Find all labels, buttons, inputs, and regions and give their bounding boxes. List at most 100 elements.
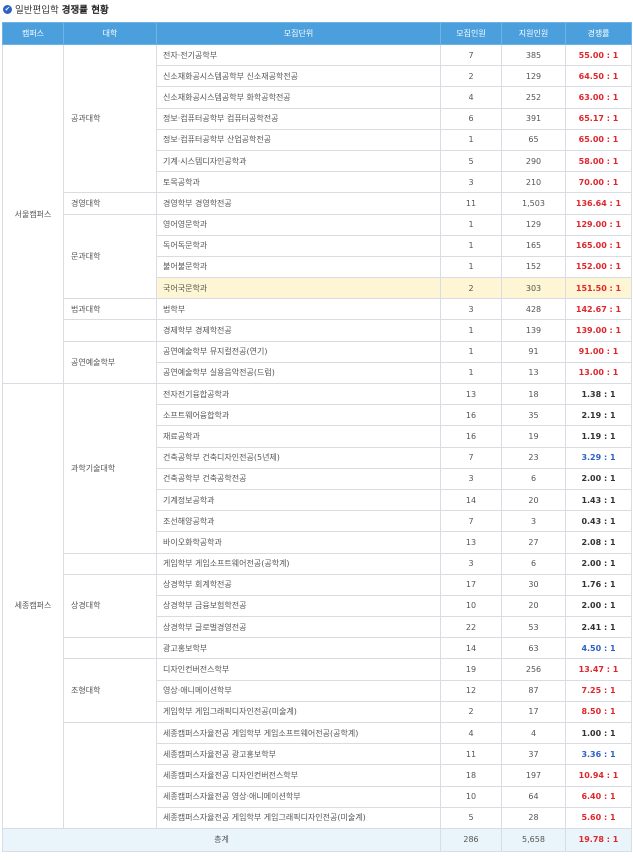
- applicants-cell: 139: [501, 319, 566, 342]
- applicants-cell: 428: [501, 298, 566, 321]
- applicants-cell: 165: [501, 234, 566, 257]
- quota-cell: 3: [440, 171, 502, 194]
- rate-cell: 4.50 : 1: [565, 637, 632, 660]
- quota-cell: 3: [440, 467, 502, 490]
- rate-cell: 64.50 : 1: [565, 65, 632, 88]
- quota-cell: 19: [440, 658, 502, 681]
- quota-cell: 5: [440, 806, 502, 829]
- rate-cell: 139.00 : 1: [565, 319, 632, 342]
- applicants-cell: 19: [501, 425, 566, 448]
- quota-cell: 13: [440, 531, 502, 554]
- rate-cell: 2.00 : 1: [565, 594, 632, 618]
- section-title: ✔ 일반편입학 경쟁률 현황: [3, 2, 109, 16]
- rate-cell: 1.76 : 1: [565, 573, 632, 596]
- quota-cell: 1: [440, 319, 502, 342]
- rate-cell: 3.29 : 1: [565, 446, 632, 469]
- unit-cell: 재료공학과: [156, 425, 441, 448]
- unit-cell: 경제학부 경제학전공: [156, 319, 441, 342]
- applicants-cell: 129: [501, 213, 566, 236]
- college-cell: 과학기술대학: [63, 383, 157, 554]
- unit-cell: 정보·컴퓨터공학부 컴퓨터공학전공: [156, 107, 441, 130]
- rate-cell: 55.00 : 1: [565, 43, 632, 67]
- quota-cell: 1: [440, 361, 502, 385]
- quota-cell: 16: [440, 425, 502, 448]
- unit-cell: 상경학부 회계학전공: [156, 573, 441, 596]
- unit-cell: 게임학부 게임그래픽디자인전공(미술계): [156, 700, 441, 724]
- rate-cell: 152.00 : 1: [565, 255, 632, 279]
- unit-cell: 건축공학부 건축디자인전공(5년제): [156, 446, 441, 469]
- quota-cell: 1: [440, 234, 502, 257]
- rate-cell: 136.64 : 1: [565, 192, 632, 215]
- applicants-cell: 18: [501, 382, 566, 406]
- quota-cell: 11: [440, 743, 502, 766]
- quota-cell: 10: [440, 594, 502, 618]
- applicants-cell: 87: [501, 679, 566, 702]
- college-cell: [63, 722, 157, 829]
- applicants-cell: 303: [501, 277, 566, 300]
- title-prefix: 일반편입학: [15, 5, 59, 16]
- unit-cell: 상경학부 글로벌경영전공: [156, 616, 441, 639]
- college-cell: [63, 637, 157, 660]
- table-row: 게임학부 게임소프트웨어전공(공학계) 3 6 2.00 : 1: [3, 552, 632, 575]
- unit-cell: 신소재화공시스템공학부 신소재공학전공: [156, 65, 441, 88]
- quota-cell: 14: [440, 488, 502, 512]
- rate-cell: 58.00 : 1: [565, 149, 632, 173]
- college-cell: 문과대학: [63, 213, 157, 300]
- quota-cell: 11: [440, 192, 502, 215]
- rate-cell: 10.94 : 1: [565, 764, 632, 787]
- college-cell: 경영대학: [63, 192, 157, 215]
- rate-cell: 5.60 : 1: [565, 806, 632, 829]
- header-campus: 캠퍼스: [2, 22, 64, 45]
- table-row: 조형대학 디자인컨버전스학부 19 256 13.47 : 1: [3, 658, 632, 723]
- unit-cell: 기계·시스템디자인공학과: [156, 149, 441, 173]
- unit-cell: 세종캠퍼스자율전공 광고홍보학부: [156, 743, 441, 766]
- quota-cell: 7: [440, 510, 502, 533]
- quota-cell: 2: [440, 277, 502, 300]
- rate-cell: 2.00 : 1: [565, 552, 632, 575]
- rate-cell: 1.00 : 1: [565, 721, 632, 745]
- table-row: 문과대학 영어영문학과 1 129 129.00 : 1: [3, 213, 632, 300]
- unit-cell: 소프트웨어융합학과: [156, 404, 441, 427]
- header-rate: 경쟁률: [565, 22, 632, 45]
- college-cell: [63, 319, 157, 342]
- unit-cell: 세종캠퍼스자율전공 영상·애니메이션학부: [156, 785, 441, 808]
- table-row: 서울캠퍼스 공과대학 전자·전기공학부 7 385 55.00 : 1: [2, 43, 632, 384]
- quota-cell: 1: [440, 340, 502, 363]
- quota-cell: 1: [440, 128, 502, 151]
- competition-rate-table: 캠퍼스 대학 모집단위 모집인원 지원인원 경쟁률 서울캠퍼스 공과대학 전자·전기…: [2, 22, 632, 852]
- rate-cell: 0.43 : 1: [565, 510, 632, 533]
- quota-cell: 18: [440, 764, 502, 787]
- unit-cell: 상경학부 금융보험학전공: [156, 594, 441, 618]
- unit-cell: 경영학부 경영학전공: [156, 192, 441, 215]
- unit-cell: 법학부: [156, 298, 441, 321]
- rate-cell: 165.00 : 1: [565, 234, 632, 257]
- rate-cell: 3.36 : 1: [565, 743, 632, 766]
- rate-cell: 8.50 : 1: [565, 700, 632, 724]
- check-circle-icon: ✔: [3, 4, 12, 14]
- applicants-cell: 290: [501, 149, 566, 173]
- quota-cell: 14: [440, 637, 502, 660]
- unit-cell: 전자·전기공학부: [156, 43, 441, 67]
- rate-cell: 142.67 : 1: [565, 298, 632, 321]
- quota-cell: 7: [440, 43, 502, 67]
- applicants-cell: 91: [501, 340, 566, 363]
- table-row: 법과대학 법학부 3 428 142.67 : 1: [3, 298, 632, 321]
- total-row: 총계 286 5,658 19.78 : 1: [2, 827, 632, 852]
- applicants-cell: 17: [501, 700, 566, 724]
- applicants-cell: 20: [501, 594, 566, 618]
- rate-cell: 2.08 : 1: [565, 531, 632, 554]
- applicants-cell: 20: [501, 488, 566, 512]
- quota-cell: 4: [440, 86, 502, 109]
- applicants-cell: 6: [501, 552, 566, 575]
- college-cell: [63, 552, 157, 575]
- applicants-cell: 13: [501, 361, 566, 385]
- unit-cell: 영어영문학과: [156, 213, 441, 236]
- unit-cell: 토목공학과: [156, 171, 441, 194]
- college-cell: 공과대학: [63, 43, 157, 194]
- applicants-cell: 37: [501, 743, 566, 766]
- rate-cell: 13.00 : 1: [565, 361, 632, 385]
- header-college: 대학: [63, 22, 157, 45]
- table-row: 세종캠퍼스 과학기술대학 전자전기융합공학과 13 18 1.38 : 1: [2, 382, 632, 829]
- rate-cell: 70.00 : 1: [565, 171, 632, 194]
- applicants-cell: 3: [501, 510, 566, 533]
